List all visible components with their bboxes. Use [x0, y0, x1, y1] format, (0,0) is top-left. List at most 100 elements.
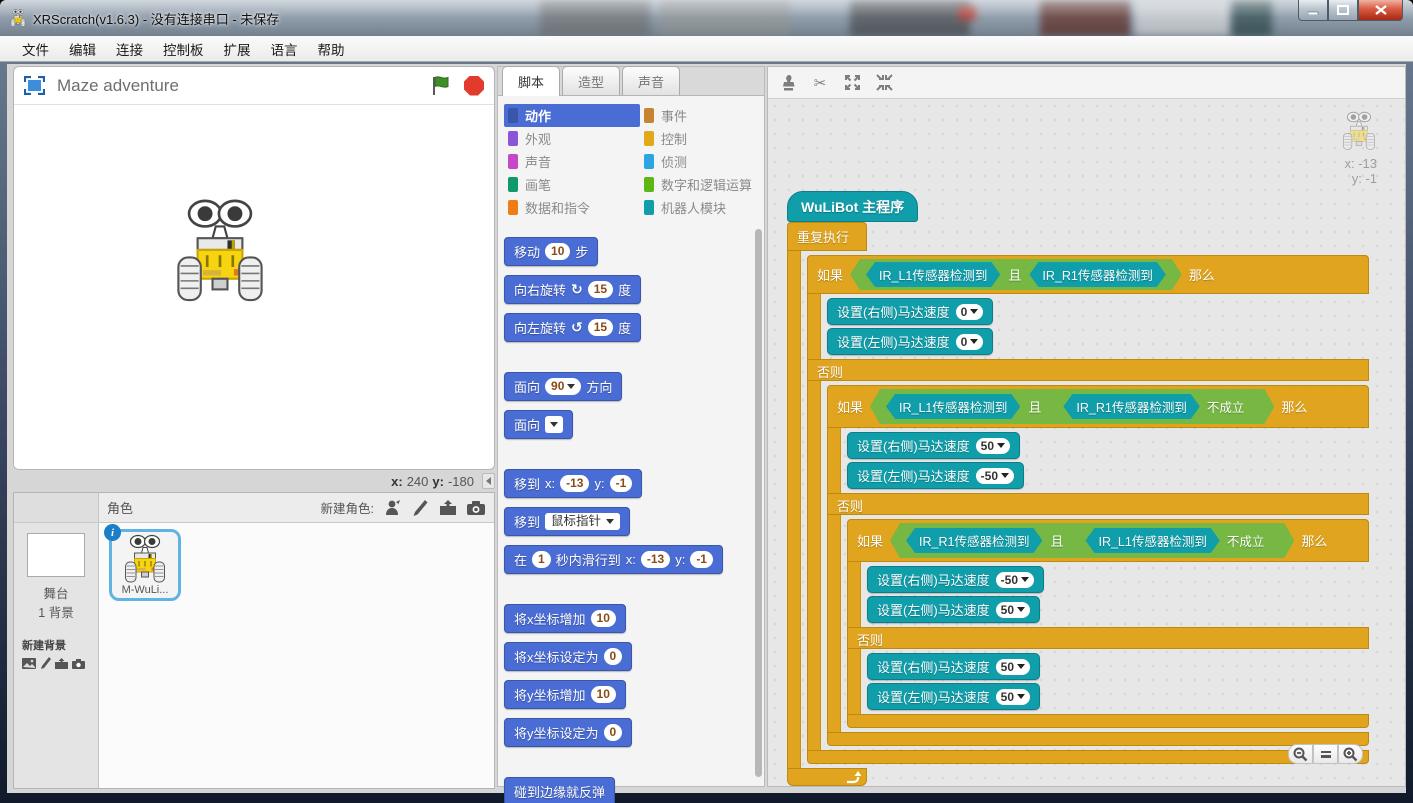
- speed-dropdown[interactable]: 50: [996, 602, 1030, 618]
- palette-block-change-x[interactable]: 将x坐标增加10: [504, 604, 626, 633]
- set-left-motor-block[interactable]: 设置(左侧)马达速度 0: [827, 328, 993, 355]
- palette-block-move-steps[interactable]: 移动10步: [504, 237, 598, 266]
- number-input[interactable]: 15: [588, 281, 613, 298]
- set-right-motor-block[interactable]: 设置(右侧)马达速度 50: [867, 653, 1040, 680]
- stop-button[interactable]: [464, 76, 484, 96]
- number-input[interactable]: -13: [560, 475, 589, 492]
- sensor-ir-l1[interactable]: IR_L1传感器检测到: [866, 262, 1000, 287]
- upload-backdrop-button[interactable]: [55, 656, 68, 674]
- palette-block-set-x[interactable]: 将x坐标设定为0: [504, 642, 632, 671]
- script-canvas[interactable]: x: -13 y: -1 WuLiBot 主程序 重复执行: [768, 99, 1405, 786]
- set-right-motor-block[interactable]: 设置(右侧)马达速度 -50: [867, 566, 1044, 593]
- number-input[interactable]: -1: [690, 551, 713, 568]
- sensor-ir-r1[interactable]: IR_R1传感器检测到: [1029, 262, 1165, 287]
- speed-dropdown[interactable]: 0: [956, 334, 984, 350]
- shrink-sprite-icon[interactable]: [874, 73, 894, 93]
- category-robot[interactable]: 机器人模块: [640, 196, 764, 219]
- and-operator[interactable]: IR_L1传感器检测到 且 IR_R1传感器检测到: [850, 259, 1182, 290]
- palette-block-turn-right[interactable]: 向右旋转↻15度: [504, 275, 641, 304]
- number-input[interactable]: 0: [604, 724, 623, 741]
- menu-file[interactable]: 文件: [12, 36, 59, 62]
- stamp-duplicate-icon[interactable]: [778, 73, 798, 93]
- speed-dropdown[interactable]: 50: [976, 438, 1010, 454]
- menu-help[interactable]: 帮助: [308, 36, 355, 62]
- not-operator[interactable]: IR_L1传感器检测到 不成立: [1071, 526, 1278, 555]
- speed-dropdown[interactable]: 0: [956, 304, 984, 320]
- if-block-head[interactable]: 如果 IR_L1传感器检测到 且 IR_R1传感器检测到 那么: [807, 255, 1369, 294]
- dropdown-menu[interactable]: 鼠标指针: [545, 513, 620, 530]
- category-looks[interactable]: 外观: [504, 127, 640, 150]
- palette-block-turn-left[interactable]: 向左旋转↺15度: [504, 313, 641, 342]
- number-input[interactable]: 1: [532, 551, 551, 568]
- sensor-ir-l1[interactable]: IR_L1传感器检测到: [886, 394, 1020, 419]
- dropdown-menu[interactable]: [545, 416, 563, 433]
- else-bar[interactable]: 否则: [827, 493, 1369, 515]
- palette-block-glide-to-xy[interactable]: 在1秒内滑行到x:-13y:-1: [504, 545, 723, 574]
- camera-sprite-button[interactable]: [466, 498, 486, 518]
- palette-block-go-to-mouse[interactable]: 移到鼠标指针: [504, 507, 630, 536]
- category-sound[interactable]: 声音: [504, 150, 640, 173]
- stage-view[interactable]: [14, 105, 494, 469]
- speed-dropdown[interactable]: -50: [996, 572, 1034, 588]
- tab-sounds[interactable]: 声音: [622, 66, 680, 95]
- tab-scripts[interactable]: 脚本: [502, 66, 560, 96]
- stage-sprite-robot[interactable]: [172, 197, 268, 305]
- grow-sprite-icon[interactable]: [842, 73, 862, 93]
- stage-thumbnail[interactable]: [27, 533, 85, 577]
- minimize-button[interactable]: [1298, 0, 1328, 21]
- number-input[interactable]: 15: [588, 319, 613, 336]
- speed-dropdown[interactable]: 50: [996, 689, 1030, 705]
- collapse-stage-button[interactable]: [482, 473, 495, 489]
- new-sprite-from-library-button[interactable]: [382, 498, 402, 518]
- category-sensing[interactable]: 侦测: [640, 150, 764, 173]
- category-data[interactable]: 数据和指令: [504, 196, 640, 219]
- palette-block-point-in-direction[interactable]: 面向90方向: [504, 372, 622, 401]
- category-events[interactable]: 事件: [640, 104, 764, 127]
- category-motion[interactable]: 动作: [504, 104, 640, 127]
- zoom-reset-button[interactable]: [1313, 744, 1338, 764]
- palette-block-point-towards[interactable]: 面向: [504, 410, 573, 439]
- forever-block-head[interactable]: 重复执行: [787, 222, 867, 251]
- set-left-motor-block[interactable]: 设置(左侧)马达速度 50: [867, 596, 1040, 623]
- sensor-ir-l1[interactable]: IR_L1传感器检测到: [1085, 528, 1219, 553]
- menu-board[interactable]: 控制板: [153, 36, 214, 62]
- hat-block-main-program[interactable]: WuLiBot 主程序: [787, 191, 918, 222]
- scissors-delete-icon[interactable]: ✂: [810, 73, 830, 93]
- sprite-info-icon[interactable]: i: [104, 524, 121, 541]
- not-operator[interactable]: IR_R1传感器检测到 不成立: [1049, 392, 1258, 421]
- sprite-tile-mwulibot[interactable]: i M-WuLi...: [109, 529, 181, 601]
- category-pen[interactable]: 画笔: [504, 173, 640, 196]
- category-operators[interactable]: 数字和逻辑运算: [640, 173, 764, 196]
- number-input[interactable]: 10: [591, 686, 616, 703]
- dropdown-input[interactable]: 90: [545, 378, 581, 395]
- sensor-ir-r1[interactable]: IR_R1传感器检测到: [1063, 394, 1199, 419]
- menu-language[interactable]: 语言: [261, 36, 308, 62]
- camera-backdrop-button[interactable]: [72, 656, 85, 674]
- menu-extensions[interactable]: 扩展: [214, 36, 261, 62]
- if-block-head[interactable]: 如果 IR_R1传感器检测到 且 IR_L1传感器检测到: [847, 519, 1369, 562]
- maximize-button[interactable]: [1328, 0, 1358, 21]
- zoom-in-button[interactable]: [1338, 744, 1363, 764]
- palette-scrollbar[interactable]: [755, 229, 762, 777]
- set-left-motor-block[interactable]: 设置(左侧)马达速度 50: [867, 683, 1040, 710]
- tab-costumes[interactable]: 造型: [562, 66, 620, 95]
- green-flag-button[interactable]: [430, 75, 452, 96]
- paint-new-sprite-button[interactable]: [410, 498, 430, 518]
- palette-block-go-to-xy[interactable]: 移到x:-13y:-1: [504, 469, 642, 498]
- speed-dropdown[interactable]: -50: [976, 468, 1014, 484]
- set-right-motor-block[interactable]: 设置(右侧)马达速度 50: [847, 432, 1020, 459]
- else-bar[interactable]: 否则: [807, 359, 1369, 381]
- zoom-out-button[interactable]: [1288, 744, 1313, 764]
- fullscreen-icon[interactable]: [24, 76, 45, 95]
- menu-connect[interactable]: 连接: [106, 36, 153, 62]
- set-right-motor-block[interactable]: 设置(右侧)马达速度 0: [827, 298, 993, 325]
- set-left-motor-block[interactable]: 设置(左侧)马达速度 -50: [847, 462, 1024, 489]
- number-input[interactable]: 10: [545, 243, 570, 260]
- backdrop-from-library-button[interactable]: [22, 656, 36, 674]
- paint-backdrop-button[interactable]: [40, 656, 51, 674]
- and-operator[interactable]: IR_R1传感器检测到 且 IR_L1传感器检测到 不成立: [890, 523, 1294, 558]
- titlebar[interactable]: XRScratch(v1.6.3) - 没有连接串口 - 未保存: [0, 0, 1413, 36]
- palette-block-set-y[interactable]: 将y坐标设定为0: [504, 718, 632, 747]
- category-control[interactable]: 控制: [640, 127, 764, 150]
- if-block-head[interactable]: 如果 IR_L1传感器检测到 且 IR_R1传感器检测到: [827, 385, 1369, 428]
